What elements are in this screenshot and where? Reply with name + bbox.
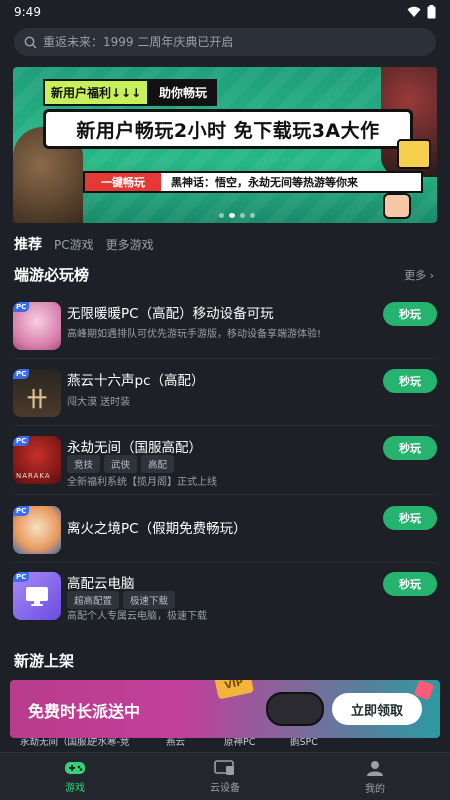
- game-desc: 高配个人专属云电脑，极速下载: [67, 611, 207, 622]
- tab-pc-games[interactable]: PC游戏: [54, 236, 94, 253]
- pc-badge: PC: [13, 302, 30, 312]
- play-button[interactable]: 秒玩: [383, 302, 437, 326]
- game-desc: 高峰期如遇排队可优先游玩手游版，移动设备享端游体验!: [67, 329, 322, 340]
- carousel-dots[interactable]: [219, 213, 255, 218]
- pc-badge: PC: [13, 436, 30, 446]
- naraka-icon: PC NARAKA: [13, 436, 61, 484]
- play-button[interactable]: 秒玩: [383, 436, 437, 460]
- banner-tag-new-user: 新用户福利↓↓↓: [43, 79, 150, 106]
- banner-subtitle: 黑神话：悟空，永劫无间等热游等你来: [171, 176, 358, 189]
- game-row[interactable]: PC 离火之境PC（假期免费畅玩） 秒玩: [13, 502, 437, 558]
- game-title: 永劫无间（国服高配）: [67, 440, 202, 456]
- carousel-dot[interactable]: [250, 213, 255, 218]
- nav-profile[interactable]: 我的: [335, 759, 415, 795]
- game-title: 燕云十六声pc（高配）: [67, 373, 205, 389]
- game-row[interactable]: PC 无限暖暖PC（高配）移动设备可玩 高峰期如遇排队可优先游玩手游版，移动设备…: [13, 298, 437, 354]
- promo-text: 免费时长派送中: [28, 702, 141, 721]
- more-label: 更多: [404, 269, 427, 282]
- game-title: 无限暖暖PC（高配）移动设备可玩: [67, 306, 274, 322]
- nikki-icon: PC: [13, 302, 61, 350]
- pc-badge: PC: [13, 572, 30, 582]
- search-input[interactable]: [43, 35, 423, 49]
- status-icons: [407, 5, 436, 19]
- gift-icon: [397, 139, 431, 169]
- search-bar[interactable]: [14, 28, 436, 56]
- section-title-top: 端游必玩榜: [14, 266, 90, 284]
- banner-tag-help: 助你畅玩: [149, 79, 218, 106]
- hand-icon: [383, 193, 411, 219]
- carousel-dot-active[interactable]: [229, 213, 235, 218]
- yanyun-icon: PC 卄: [13, 369, 61, 417]
- promo-banner[interactable]: 新用户福利↓↓↓ 助你畅玩 新用户畅玩2小时 免下载玩3A大作 一键畅玩 黑神话…: [13, 67, 437, 223]
- battery-icon: [427, 5, 436, 19]
- game-tags: 竞技 武侠 高配: [67, 455, 175, 473]
- banner-headline: 新用户畅玩2小时 免下载玩3A大作: [43, 109, 413, 149]
- game-row[interactable]: PC 高配云电脑 超高配置 极速下载 高配个人专属云电脑，极速下载 秒玩: [13, 568, 437, 624]
- banner-subbar: 一键畅玩 黑神话：悟空，永劫无间等热游等你来: [83, 171, 423, 193]
- pc-badge: PC: [13, 369, 30, 379]
- game-row[interactable]: PC NARAKA 永劫无间（国服高配） 竞技 武侠 高配 全新福利系统【揽月阁…: [13, 432, 437, 488]
- bottom-nav: 游戏 云设备 我的: [0, 752, 450, 800]
- pc-badge: PC: [13, 506, 30, 516]
- gamepad-icon: [65, 761, 85, 774]
- claim-button[interactable]: 立即领取: [332, 693, 422, 725]
- game-tag: 竞技: [67, 455, 101, 473]
- section-title-new: 新游上架: [14, 652, 75, 670]
- nav-label: 游戏: [65, 782, 85, 794]
- yanyun-glyph: 卄: [27, 387, 47, 411]
- tab-recommend[interactable]: 推荐: [14, 234, 42, 254]
- nav-label: 我的: [365, 783, 385, 795]
- wifi-icon: [407, 6, 421, 17]
- nav-cloud-device[interactable]: 云设备: [185, 759, 265, 794]
- naraka-icon-label: NARAKA: [16, 472, 51, 480]
- game-row[interactable]: PC 卄 燕云十六声pc（高配） 闯大漠 送时装 秒玩: [13, 365, 437, 421]
- more-link[interactable]: 更多 ›: [404, 267, 434, 283]
- carousel-dot[interactable]: [240, 213, 245, 218]
- status-time: 9:49: [14, 5, 41, 19]
- divider: [13, 358, 437, 359]
- divider: [13, 425, 437, 426]
- divider: [13, 494, 437, 495]
- category-tabs: 推荐 PC游戏 更多游戏: [14, 234, 154, 254]
- monitor-icon: [26, 587, 48, 606]
- chevron-right-icon: ›: [429, 269, 434, 282]
- game-tag: 高配: [141, 455, 175, 473]
- play-button[interactable]: 秒玩: [383, 506, 437, 530]
- play-button[interactable]: 秒玩: [383, 572, 437, 596]
- game-desc: 全新福利系统【揽月阁】正式上线: [67, 477, 217, 488]
- lihuo-icon: PC: [13, 506, 61, 554]
- divider: [13, 562, 437, 563]
- nav-label: 云设备: [210, 782, 240, 794]
- carousel-dot[interactable]: [219, 213, 224, 218]
- free-time-promo[interactable]: 免费时长派送中 VIP 立即领取: [10, 680, 440, 738]
- banner-pill: 一键畅玩: [85, 173, 161, 191]
- search-icon: [24, 36, 37, 49]
- game-desc: 闯大漠 送时装: [67, 397, 131, 408]
- game-title: 离火之境PC（假期免费畅玩）: [67, 521, 247, 537]
- status-bar: 9:49: [0, 0, 450, 24]
- vip-badge-icon: VIP: [213, 680, 255, 700]
- profile-icon: [367, 760, 383, 776]
- game-tag: 武侠: [104, 455, 138, 473]
- cloud-device-icon: [214, 759, 234, 775]
- play-button[interactable]: 秒玩: [383, 369, 437, 393]
- cloud-pc-icon: PC: [13, 572, 61, 620]
- gamepad-illustration-icon: [266, 692, 324, 726]
- tab-more-games[interactable]: 更多游戏: [106, 236, 154, 253]
- game-title: 高配云电脑: [67, 576, 135, 592]
- nav-games[interactable]: 游戏: [35, 760, 115, 794]
